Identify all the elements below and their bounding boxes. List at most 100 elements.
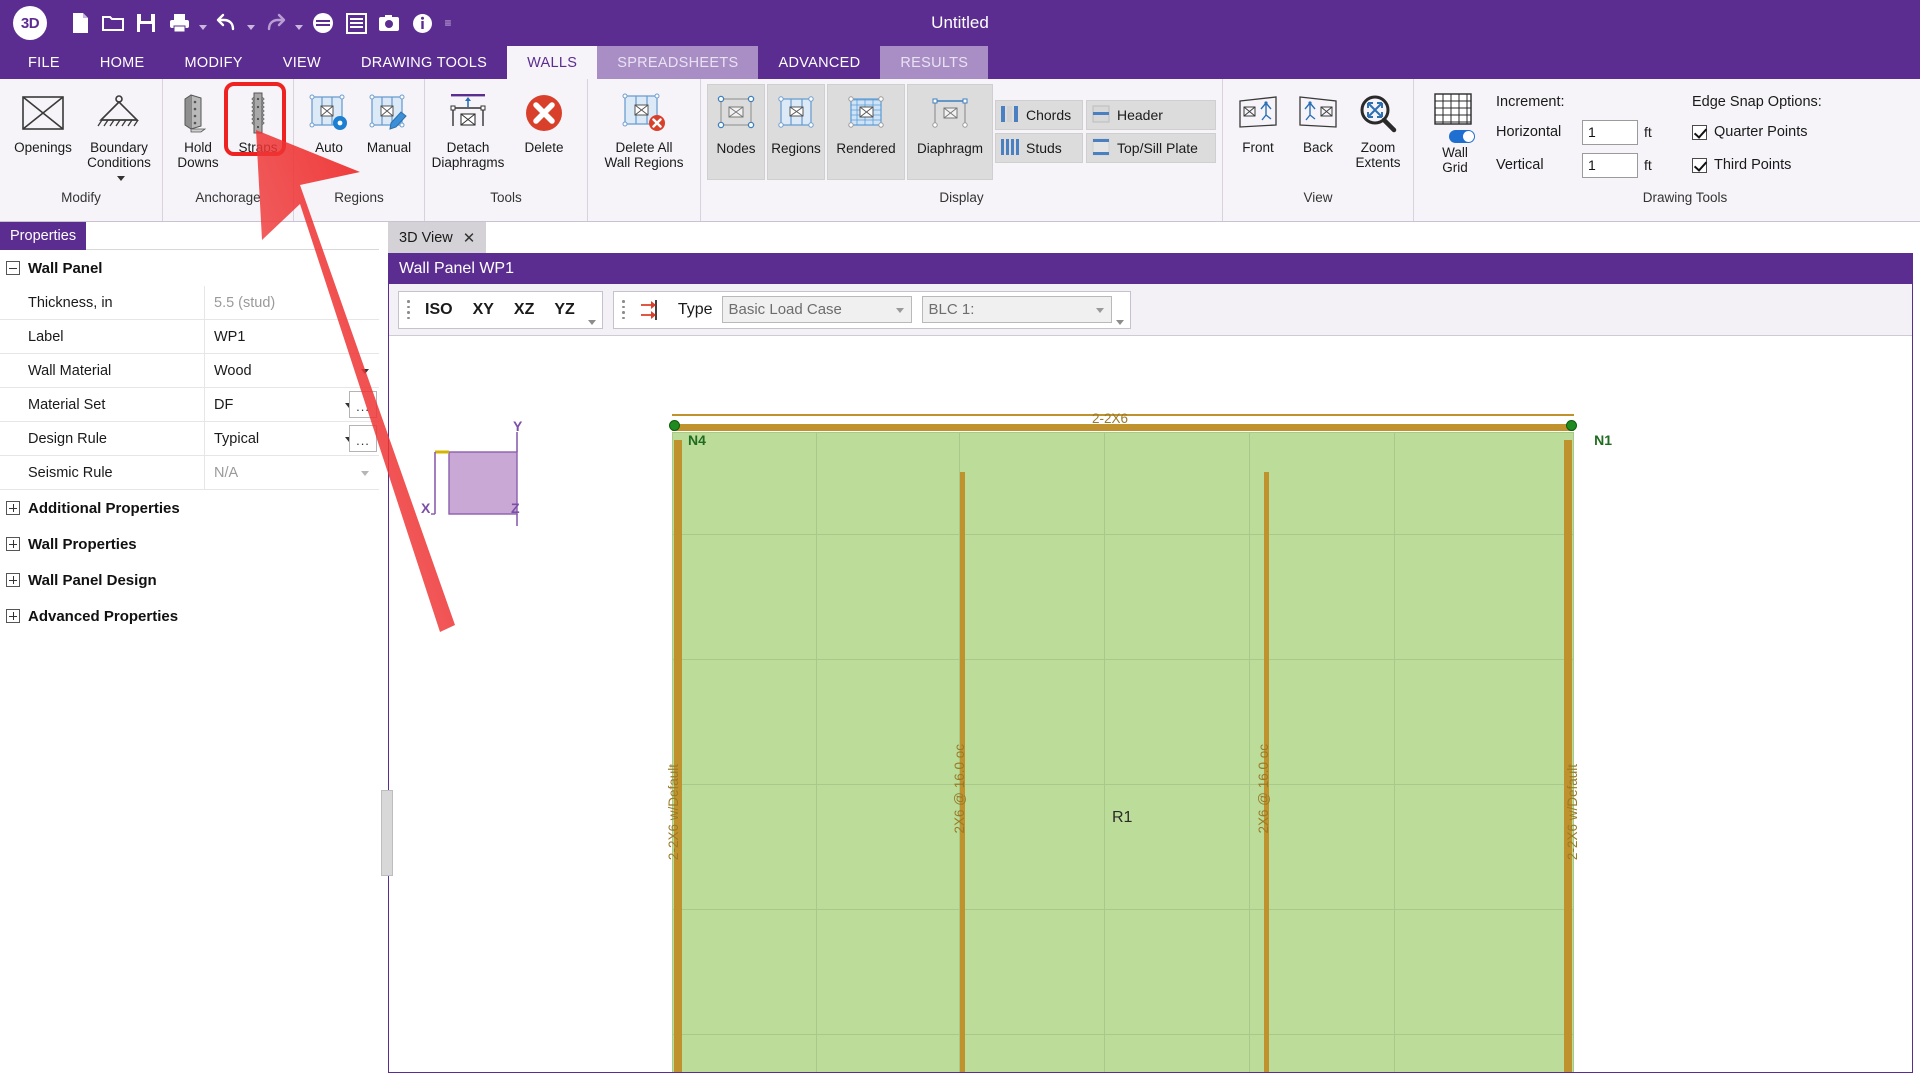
load-type-select[interactable]: Basic Load Case	[721, 296, 912, 323]
property-value-design-rule[interactable]: Typical ...	[205, 422, 379, 455]
quarter-points-checkbox-wrap[interactable]: Quarter Points	[1692, 124, 1808, 140]
delete-all-wall-regions-button[interactable]: Delete All Wall Regions	[594, 84, 694, 180]
tab-home[interactable]: HOME	[80, 46, 165, 79]
diaphragm-label: Diaphragm	[916, 141, 984, 156]
redo-icon[interactable]	[260, 8, 290, 38]
boundary-conditions-button[interactable]: Boundary Conditions	[82, 84, 156, 185]
view-yz-button[interactable]: YZ	[545, 295, 583, 325]
tab-drawing-tools[interactable]: DRAWING TOOLS	[341, 46, 507, 79]
load-case-chevron-down-icon[interactable]	[1095, 307, 1104, 313]
qat-overflow-icon[interactable]: ≡	[440, 8, 456, 38]
save-icon[interactable]	[131, 8, 161, 38]
view-xz-button[interactable]: XZ	[505, 295, 543, 325]
straps-button[interactable]: Straps	[224, 82, 287, 180]
openings-button[interactable]: Openings	[6, 84, 80, 180]
property-section-wall-properties[interactable]: Wall Properties	[0, 526, 379, 562]
node-n1[interactable]	[1566, 420, 1577, 431]
studs-toggle-button[interactable]: Studs	[995, 133, 1083, 163]
tab-results[interactable]: RESULTS	[880, 46, 989, 79]
print-icon[interactable]	[164, 8, 194, 38]
quarter-points-row[interactable]: Quarter Points	[1692, 117, 1822, 147]
rendered-toggle-button[interactable]: Rendered	[827, 84, 905, 180]
auto-region-button[interactable]: Auto	[300, 84, 358, 180]
third-points-checkbox-wrap[interactable]: Third Points	[1692, 157, 1791, 173]
camera-icon[interactable]	[374, 8, 404, 38]
wall-grid-button[interactable]: Wall Grid	[1426, 88, 1484, 175]
wall-right-chord[interactable]	[1564, 440, 1572, 1072]
nodes-toggle-button[interactable]: Nodes	[707, 84, 765, 180]
info-icon[interactable]	[407, 8, 437, 38]
panel-splitter-thumb[interactable]	[381, 790, 393, 876]
back-view-button[interactable]: Back	[1289, 84, 1347, 180]
top-sill-plate-toggle-button[interactable]: Top/Sill Plate	[1086, 133, 1216, 163]
expand-icon-wall-properties[interactable]	[6, 537, 20, 551]
regions-toggle-button[interactable]: Regions	[767, 84, 825, 180]
properties-tab[interactable]: Properties	[0, 222, 87, 250]
units-icon[interactable]	[308, 8, 338, 38]
horizontal-increment-input[interactable]	[1582, 119, 1638, 145]
property-value-material-set[interactable]: DF ...	[205, 388, 379, 421]
diaphragm-toggle-button[interactable]: Diaphragm	[907, 84, 993, 180]
redo-dropdown-icon[interactable]	[293, 8, 305, 38]
property-section-additional-properties[interactable]: Additional Properties	[0, 490, 379, 526]
front-view-button[interactable]: Front	[1229, 84, 1287, 180]
load-case-select[interactable]: BLC 1:	[921, 296, 1112, 323]
tab-file[interactable]: FILE	[8, 46, 80, 79]
tab-walls[interactable]: WALLS	[507, 46, 598, 79]
load-type-chevron-down-icon[interactable]	[895, 307, 904, 313]
property-section-advanced-properties[interactable]: Advanced Properties	[0, 598, 379, 634]
horizontal-unit: ft	[1644, 124, 1652, 140]
wall-material-chevron-down-icon[interactable]	[361, 368, 369, 374]
ribbon-tabbar: FILE HOME MODIFY VIEW DRAWING TOOLS WALL…	[0, 46, 1920, 79]
manual-region-button[interactable]: Manual	[360, 84, 418, 180]
detach-diaphragms-button[interactable]: Detach Diaphragms	[431, 84, 505, 180]
report-icon[interactable]	[341, 8, 371, 38]
undo-icon[interactable]	[212, 8, 242, 38]
property-label-wall-material: Wall Material	[0, 354, 205, 387]
drag-handle-icon[interactable]	[405, 298, 412, 322]
header-toggle-button[interactable]: Header	[1086, 100, 1216, 130]
vertical-increment-input[interactable]	[1582, 152, 1638, 178]
view-iso-button[interactable]: ISO	[416, 295, 462, 325]
wall-panel-drawing[interactable]: N4 N1 2-2X6 2-2X6 w/Default 2-2X6 w/Defa…	[664, 411, 1612, 1072]
design-rule-ellipsis-button[interactable]: ...	[349, 425, 377, 452]
tab-modify[interactable]: MODIFY	[165, 46, 263, 79]
property-value-wall-material[interactable]: Wood	[205, 354, 379, 387]
view-tab-3d-view[interactable]: 3D View ✕	[388, 222, 487, 253]
view-xy-button[interactable]: XY	[464, 295, 503, 325]
expand-icon-wall-panel-design[interactable]	[6, 573, 20, 587]
tab-spreadsheets[interactable]: SPREADSHEETS	[597, 46, 759, 79]
material-set-ellipsis-button[interactable]: ...	[349, 391, 377, 418]
wall-grid-toggle-switch[interactable]	[1449, 130, 1475, 143]
print-dropdown-icon[interactable]	[197, 8, 209, 38]
third-points-checkbox[interactable]	[1692, 157, 1707, 173]
collapse-icon-wall-panel[interactable]	[6, 261, 20, 275]
load-case-overflow-icon[interactable]	[1114, 293, 1126, 327]
drag-handle-icon-2[interactable]	[620, 298, 627, 322]
property-section-wall-panel-design[interactable]: Wall Panel Design	[0, 562, 379, 598]
wall-left-chord[interactable]	[674, 440, 682, 1072]
close-icon[interactable]: ✕	[463, 229, 476, 247]
zoom-extents-button[interactable]: Zoom Extents	[1349, 84, 1407, 180]
model-canvas[interactable]: Y X Z N4 N1 2-2X6 2-2X6 w/Default 2-2X6 …	[389, 336, 1912, 1072]
orientation-overflow-icon[interactable]	[586, 293, 598, 327]
expand-icon-additional-properties[interactable]	[6, 501, 20, 515]
property-section-wall-panel[interactable]: Wall Panel	[0, 250, 379, 286]
undo-dropdown-icon[interactable]	[245, 8, 257, 38]
app-logo-3d-icon[interactable]: 3D	[13, 6, 47, 40]
third-points-row[interactable]: Third Points	[1692, 150, 1822, 180]
delete-button[interactable]: Delete	[507, 84, 581, 180]
node-n4[interactable]	[669, 420, 680, 431]
tab-view[interactable]: VIEW	[263, 46, 341, 79]
expand-icon-advanced-properties[interactable]	[6, 609, 20, 623]
open-folder-icon[interactable]	[98, 8, 128, 38]
wall-gridline-h2	[672, 659, 1574, 660]
chords-toggle-button[interactable]: Chords	[995, 100, 1083, 130]
tab-advanced[interactable]: ADVANCED	[758, 46, 880, 79]
property-value-label[interactable]: WP1	[205, 320, 379, 353]
new-file-icon[interactable]	[65, 8, 95, 38]
boundary-conditions-dropdown-icon[interactable]	[116, 175, 125, 181]
hold-downs-button[interactable]: Hold Downs	[169, 84, 227, 180]
hold-downs-icon	[181, 90, 215, 136]
quarter-points-checkbox[interactable]	[1692, 124, 1707, 140]
